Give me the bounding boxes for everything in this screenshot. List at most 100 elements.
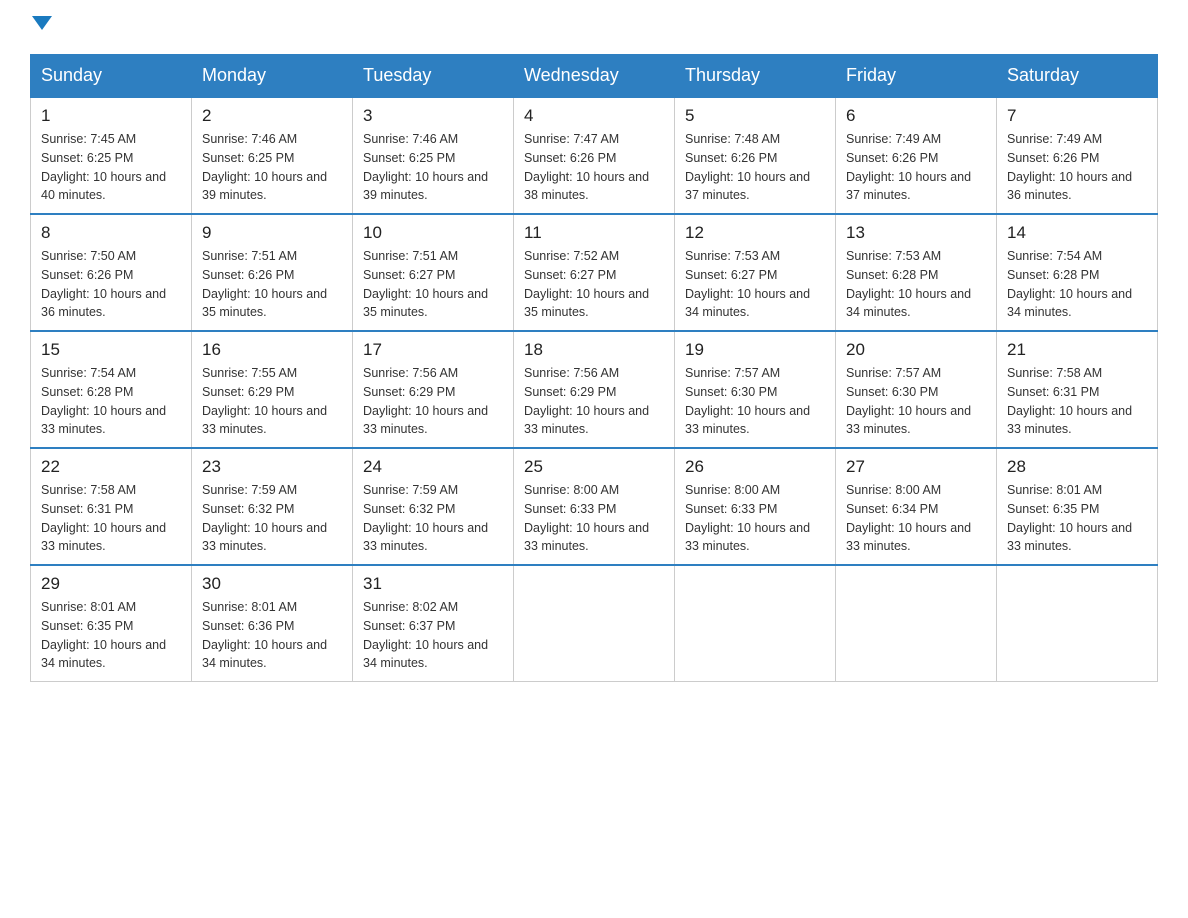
day-number: 24	[363, 457, 503, 477]
day-info: Sunrise: 7:51 AMSunset: 6:27 PMDaylight:…	[363, 249, 488, 319]
day-number: 8	[41, 223, 181, 243]
calendar-cell: 30 Sunrise: 8:01 AMSunset: 6:36 PMDaylig…	[192, 565, 353, 682]
day-info: Sunrise: 7:57 AMSunset: 6:30 PMDaylight:…	[685, 366, 810, 436]
calendar-cell: 5 Sunrise: 7:48 AMSunset: 6:26 PMDayligh…	[675, 97, 836, 214]
day-info: Sunrise: 7:49 AMSunset: 6:26 PMDaylight:…	[846, 132, 971, 202]
header-wednesday: Wednesday	[514, 55, 675, 98]
day-number: 17	[363, 340, 503, 360]
day-number: 27	[846, 457, 986, 477]
header-sunday: Sunday	[31, 55, 192, 98]
day-number: 21	[1007, 340, 1147, 360]
calendar-cell: 2 Sunrise: 7:46 AMSunset: 6:25 PMDayligh…	[192, 97, 353, 214]
day-info: Sunrise: 8:00 AMSunset: 6:33 PMDaylight:…	[524, 483, 649, 553]
calendar-cell: 18 Sunrise: 7:56 AMSunset: 6:29 PMDaylig…	[514, 331, 675, 448]
day-number: 3	[363, 106, 503, 126]
calendar-cell: 26 Sunrise: 8:00 AMSunset: 6:33 PMDaylig…	[675, 448, 836, 565]
day-number: 15	[41, 340, 181, 360]
day-info: Sunrise: 7:47 AMSunset: 6:26 PMDaylight:…	[524, 132, 649, 202]
week-row-1: 1 Sunrise: 7:45 AMSunset: 6:25 PMDayligh…	[31, 97, 1158, 214]
calendar-cell: 4 Sunrise: 7:47 AMSunset: 6:26 PMDayligh…	[514, 97, 675, 214]
calendar-cell	[836, 565, 997, 682]
calendar-cell: 3 Sunrise: 7:46 AMSunset: 6:25 PMDayligh…	[353, 97, 514, 214]
calendar-cell: 21 Sunrise: 7:58 AMSunset: 6:31 PMDaylig…	[997, 331, 1158, 448]
day-number: 16	[202, 340, 342, 360]
day-number: 28	[1007, 457, 1147, 477]
day-info: Sunrise: 7:50 AMSunset: 6:26 PMDaylight:…	[41, 249, 166, 319]
calendar-table: SundayMondayTuesdayWednesdayThursdayFrid…	[30, 54, 1158, 682]
day-number: 30	[202, 574, 342, 594]
calendar-cell: 15 Sunrise: 7:54 AMSunset: 6:28 PMDaylig…	[31, 331, 192, 448]
calendar-cell: 6 Sunrise: 7:49 AMSunset: 6:26 PMDayligh…	[836, 97, 997, 214]
day-number: 7	[1007, 106, 1147, 126]
week-row-4: 22 Sunrise: 7:58 AMSunset: 6:31 PMDaylig…	[31, 448, 1158, 565]
day-number: 5	[685, 106, 825, 126]
header-thursday: Thursday	[675, 55, 836, 98]
calendar-cell	[997, 565, 1158, 682]
day-number: 22	[41, 457, 181, 477]
logo-triangle-icon	[32, 16, 52, 30]
calendar-cell: 7 Sunrise: 7:49 AMSunset: 6:26 PMDayligh…	[997, 97, 1158, 214]
calendar-cell: 27 Sunrise: 8:00 AMSunset: 6:34 PMDaylig…	[836, 448, 997, 565]
calendar-cell	[514, 565, 675, 682]
day-number: 29	[41, 574, 181, 594]
calendar-cell: 9 Sunrise: 7:51 AMSunset: 6:26 PMDayligh…	[192, 214, 353, 331]
day-number: 11	[524, 223, 664, 243]
day-number: 19	[685, 340, 825, 360]
day-info: Sunrise: 7:51 AMSunset: 6:26 PMDaylight:…	[202, 249, 327, 319]
calendar-cell: 20 Sunrise: 7:57 AMSunset: 6:30 PMDaylig…	[836, 331, 997, 448]
day-info: Sunrise: 7:58 AMSunset: 6:31 PMDaylight:…	[41, 483, 166, 553]
day-info: Sunrise: 7:54 AMSunset: 6:28 PMDaylight:…	[41, 366, 166, 436]
day-number: 23	[202, 457, 342, 477]
day-info: Sunrise: 7:53 AMSunset: 6:27 PMDaylight:…	[685, 249, 810, 319]
calendar-cell: 31 Sunrise: 8:02 AMSunset: 6:37 PMDaylig…	[353, 565, 514, 682]
header-tuesday: Tuesday	[353, 55, 514, 98]
day-info: Sunrise: 8:02 AMSunset: 6:37 PMDaylight:…	[363, 600, 488, 670]
day-number: 26	[685, 457, 825, 477]
day-number: 6	[846, 106, 986, 126]
day-info: Sunrise: 7:54 AMSunset: 6:28 PMDaylight:…	[1007, 249, 1132, 319]
day-info: Sunrise: 8:01 AMSunset: 6:36 PMDaylight:…	[202, 600, 327, 670]
calendar-cell: 12 Sunrise: 7:53 AMSunset: 6:27 PMDaylig…	[675, 214, 836, 331]
calendar-cell: 23 Sunrise: 7:59 AMSunset: 6:32 PMDaylig…	[192, 448, 353, 565]
day-info: Sunrise: 8:00 AMSunset: 6:34 PMDaylight:…	[846, 483, 971, 553]
day-number: 25	[524, 457, 664, 477]
day-info: Sunrise: 7:59 AMSunset: 6:32 PMDaylight:…	[363, 483, 488, 553]
week-row-2: 8 Sunrise: 7:50 AMSunset: 6:26 PMDayligh…	[31, 214, 1158, 331]
calendar-cell: 29 Sunrise: 8:01 AMSunset: 6:35 PMDaylig…	[31, 565, 192, 682]
header-friday: Friday	[836, 55, 997, 98]
header-row: SundayMondayTuesdayWednesdayThursdayFrid…	[31, 55, 1158, 98]
calendar-cell: 17 Sunrise: 7:56 AMSunset: 6:29 PMDaylig…	[353, 331, 514, 448]
day-info: Sunrise: 8:00 AMSunset: 6:33 PMDaylight:…	[685, 483, 810, 553]
week-row-5: 29 Sunrise: 8:01 AMSunset: 6:35 PMDaylig…	[31, 565, 1158, 682]
day-info: Sunrise: 7:59 AMSunset: 6:32 PMDaylight:…	[202, 483, 327, 553]
logo	[30, 20, 52, 34]
calendar-cell: 28 Sunrise: 8:01 AMSunset: 6:35 PMDaylig…	[997, 448, 1158, 565]
day-info: Sunrise: 7:56 AMSunset: 6:29 PMDaylight:…	[363, 366, 488, 436]
calendar-cell: 14 Sunrise: 7:54 AMSunset: 6:28 PMDaylig…	[997, 214, 1158, 331]
calendar-cell: 11 Sunrise: 7:52 AMSunset: 6:27 PMDaylig…	[514, 214, 675, 331]
day-number: 12	[685, 223, 825, 243]
day-info: Sunrise: 7:49 AMSunset: 6:26 PMDaylight:…	[1007, 132, 1132, 202]
calendar-cell: 8 Sunrise: 7:50 AMSunset: 6:26 PMDayligh…	[31, 214, 192, 331]
calendar-cell: 13 Sunrise: 7:53 AMSunset: 6:28 PMDaylig…	[836, 214, 997, 331]
day-number: 10	[363, 223, 503, 243]
day-info: Sunrise: 8:01 AMSunset: 6:35 PMDaylight:…	[41, 600, 166, 670]
day-info: Sunrise: 7:57 AMSunset: 6:30 PMDaylight:…	[846, 366, 971, 436]
day-number: 9	[202, 223, 342, 243]
calendar-cell: 1 Sunrise: 7:45 AMSunset: 6:25 PMDayligh…	[31, 97, 192, 214]
day-info: Sunrise: 7:52 AMSunset: 6:27 PMDaylight:…	[524, 249, 649, 319]
day-number: 14	[1007, 223, 1147, 243]
day-info: Sunrise: 8:01 AMSunset: 6:35 PMDaylight:…	[1007, 483, 1132, 553]
day-number: 13	[846, 223, 986, 243]
day-info: Sunrise: 7:46 AMSunset: 6:25 PMDaylight:…	[363, 132, 488, 202]
day-number: 31	[363, 574, 503, 594]
day-info: Sunrise: 7:55 AMSunset: 6:29 PMDaylight:…	[202, 366, 327, 436]
calendar-cell: 10 Sunrise: 7:51 AMSunset: 6:27 PMDaylig…	[353, 214, 514, 331]
week-row-3: 15 Sunrise: 7:54 AMSunset: 6:28 PMDaylig…	[31, 331, 1158, 448]
calendar-cell: 25 Sunrise: 8:00 AMSunset: 6:33 PMDaylig…	[514, 448, 675, 565]
header-saturday: Saturday	[997, 55, 1158, 98]
day-number: 20	[846, 340, 986, 360]
day-info: Sunrise: 7:56 AMSunset: 6:29 PMDaylight:…	[524, 366, 649, 436]
day-number: 2	[202, 106, 342, 126]
day-number: 18	[524, 340, 664, 360]
